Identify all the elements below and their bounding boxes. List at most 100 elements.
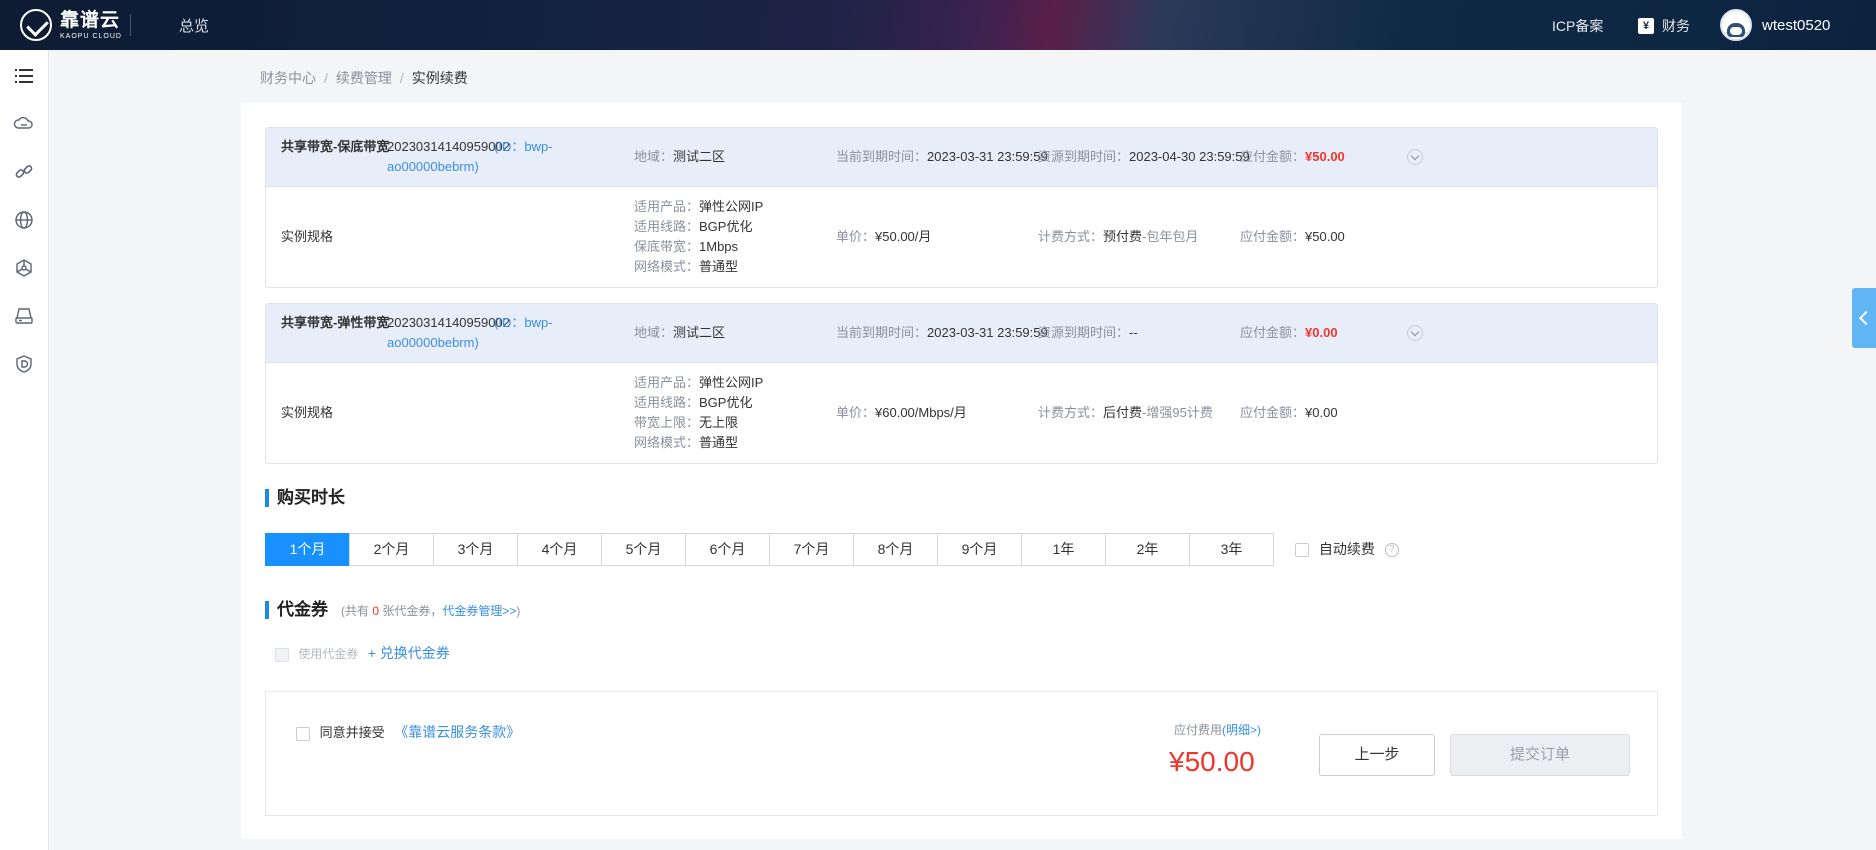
amount-value: ¥50.00 xyxy=(1305,149,1345,164)
duration-option-7m[interactable]: 7个月 xyxy=(769,533,854,566)
region-label: 地域： xyxy=(634,149,674,164)
duration-option-6m[interactable]: 6个月 xyxy=(685,533,770,566)
user-menu[interactable]: wtest0520 xyxy=(1720,9,1830,41)
region-label: 地域： xyxy=(634,325,674,340)
shield-icon[interactable] xyxy=(13,353,35,375)
billing-sub: -包年包月 xyxy=(1142,229,1199,244)
use-voucher-label: 使用代金券 xyxy=(298,647,359,661)
fee-label: 应付费用 xyxy=(1174,723,1223,737)
instance-id-line2: ao00000bebrm) xyxy=(387,335,479,350)
current-expire-value: 2023-03-31 23:59:59 xyxy=(927,149,1048,164)
instance-header[interactable]: 共享带宽-保底带宽 20230314140959002 (ID：bwp- ao0… xyxy=(266,128,1657,187)
use-voucher-checkbox xyxy=(275,647,289,662)
list-icon[interactable] xyxy=(13,65,35,87)
region-value: 测试二区 xyxy=(673,149,726,164)
breadcrumb-finance-center[interactable]: 财务中心 xyxy=(260,70,316,86)
duration-section-title: 购买时长 xyxy=(265,488,345,508)
cloud-server-icon[interactable] xyxy=(13,113,35,135)
instance-block: 共享带宽-保底带宽 20230314140959002 (ID：bwp- ao0… xyxy=(265,127,1658,288)
breadcrumb: 财务中心 / 续费管理 / 实例续费 xyxy=(260,70,468,86)
amount-value: ¥0.00 xyxy=(1305,325,1338,340)
resource-expire-label: 资源到期时间： xyxy=(1038,149,1130,164)
voucher-manage-link[interactable]: 代金券管理>> xyxy=(442,604,516,618)
nav-icp[interactable]: ICP备案 xyxy=(1552,16,1603,36)
nav-overview[interactable]: 总览 xyxy=(179,15,209,36)
instance-name: 共享带宽-保底带宽 xyxy=(281,139,390,154)
link-icon[interactable] xyxy=(13,161,35,183)
auto-renew-label: 自动续费 xyxy=(1318,541,1375,557)
instance-header[interactable]: 共享带宽-弹性带宽 20230314140959002 (ID：bwp- ao0… xyxy=(266,304,1657,363)
amount-label: 应付金额： xyxy=(1240,149,1306,164)
amount-label: 应付金额： xyxy=(1240,325,1306,340)
renewal-card: 共享带宽-保底带宽 20230314140959002 (ID：bwp- ao0… xyxy=(241,103,1682,839)
collapse-panel-tab[interactable] xyxy=(1852,288,1876,348)
auto-renew[interactable]: 自动续费 ? xyxy=(1295,539,1399,559)
avatar xyxy=(1720,9,1752,41)
nav-finance[interactable]: ¥ 财务 xyxy=(1638,16,1690,36)
duration-option-1y[interactable]: 1年 xyxy=(1021,533,1106,566)
region-value: 测试二区 xyxy=(673,325,726,340)
instance-id-line1: (ID：bwp- xyxy=(494,315,553,330)
breadcrumb-instance-renewal: 实例续费 xyxy=(411,70,468,86)
redeem-voucher-link[interactable]: + 兑换代金券 xyxy=(368,645,450,661)
instance-id-line1: (ID：bwp- xyxy=(494,139,553,154)
instance-id-line2: ao00000bebrm) xyxy=(387,159,479,174)
instance-block: 共享带宽-弹性带宽 20230314140959002 (ID：bwp- ao0… xyxy=(265,303,1658,464)
billing-label: 计费方式： xyxy=(1038,405,1104,420)
voucher-section-title: 代金券 xyxy=(265,600,328,620)
network-icon[interactable] xyxy=(13,257,35,279)
duration-option-9m[interactable]: 9个月 xyxy=(937,533,1022,566)
help-icon[interactable]: ? xyxy=(1384,543,1399,558)
billing-main: 后付费 xyxy=(1103,405,1143,420)
billing-label: 计费方式： xyxy=(1038,229,1104,244)
price-value: ¥50.00/月 xyxy=(875,229,932,244)
detail-amount-value: ¥50.00 xyxy=(1305,229,1345,244)
order-summary: 同意并接受 《靠谱云服务条款》 应付费用(明细>) ¥50.00 上一步 提交订… xyxy=(265,691,1658,816)
chevron-down-icon[interactable] xyxy=(1407,325,1423,341)
storage-icon[interactable] xyxy=(13,305,35,327)
duration-option-2m[interactable]: 2个月 xyxy=(349,533,434,566)
price-label: 单价： xyxy=(836,405,876,420)
nav-finance-label: 财务 xyxy=(1662,18,1690,34)
current-expire-label: 当前到期时间： xyxy=(836,149,928,164)
logo-icon xyxy=(20,9,52,41)
duration-option-3m[interactable]: 3个月 xyxy=(433,533,518,566)
duration-option-1m[interactable]: 1个月 xyxy=(265,533,350,566)
logo-subtext: KAOPU CLOUD xyxy=(60,32,122,40)
fee-label-row: 应付费用(明细>) xyxy=(1174,720,1261,740)
duration-option-3y[interactable]: 3年 xyxy=(1189,533,1274,566)
terms-link[interactable]: 《靠谱云服务条款》 xyxy=(394,724,520,740)
instance-name: 共享带宽-弹性带宽 xyxy=(281,315,390,330)
agree-label: 同意并接受 xyxy=(319,725,385,740)
duration-option-2y[interactable]: 2年 xyxy=(1105,533,1190,566)
duration-option-5m[interactable]: 5个月 xyxy=(601,533,686,566)
logo[interactable]: 靠谱云 KAOPU CLOUD xyxy=(20,9,122,41)
resource-expire-value: -- xyxy=(1129,325,1138,340)
chevron-down-icon[interactable] xyxy=(1407,149,1423,165)
agree-checkbox[interactable] xyxy=(296,726,310,741)
auto-renew-checkbox[interactable] xyxy=(1295,543,1309,558)
instance-order-no: 20230314140959002 xyxy=(387,315,510,330)
resource-expire-label: 资源到期时间： xyxy=(1038,325,1130,340)
duration-option-8m[interactable]: 8个月 xyxy=(853,533,938,566)
fee-detail-link[interactable]: (明细>) xyxy=(1222,723,1261,737)
price-label: 单价： xyxy=(836,229,876,244)
billing-sub: -增强95计费 xyxy=(1142,405,1213,420)
yen-icon: ¥ xyxy=(1638,18,1654,34)
voucher-count: 0 xyxy=(372,604,380,618)
total-amount: ¥50.00 xyxy=(1169,746,1255,777)
spec-label: 实例规格 xyxy=(281,229,334,244)
prev-step-button[interactable]: 上一步 xyxy=(1319,734,1435,776)
use-voucher: 使用代金券 + 兑换代金券 xyxy=(275,643,450,664)
detail-amount-value: ¥0.00 xyxy=(1305,405,1338,420)
spec-list: 适用产品：弹性公网IP 适用线路：BGP优化 带宽上限：无上限 网络模式：普通型 xyxy=(634,375,764,450)
globe-icon[interactable] xyxy=(13,209,35,231)
duration-option-4m[interactable]: 4个月 xyxy=(517,533,602,566)
breadcrumb-renewal-management[interactable]: 续费管理 xyxy=(336,70,392,86)
billing-main: 预付费 xyxy=(1103,229,1143,244)
submit-order-button[interactable]: 提交订单 xyxy=(1450,734,1630,776)
current-expire-value: 2023-03-31 23:59:59 xyxy=(927,325,1048,340)
instance-order-no: 20230314140959002 xyxy=(387,139,510,154)
agree-terms[interactable]: 同意并接受 《靠谱云服务条款》 xyxy=(296,722,520,743)
logo-text: 靠谱云 xyxy=(60,9,121,31)
